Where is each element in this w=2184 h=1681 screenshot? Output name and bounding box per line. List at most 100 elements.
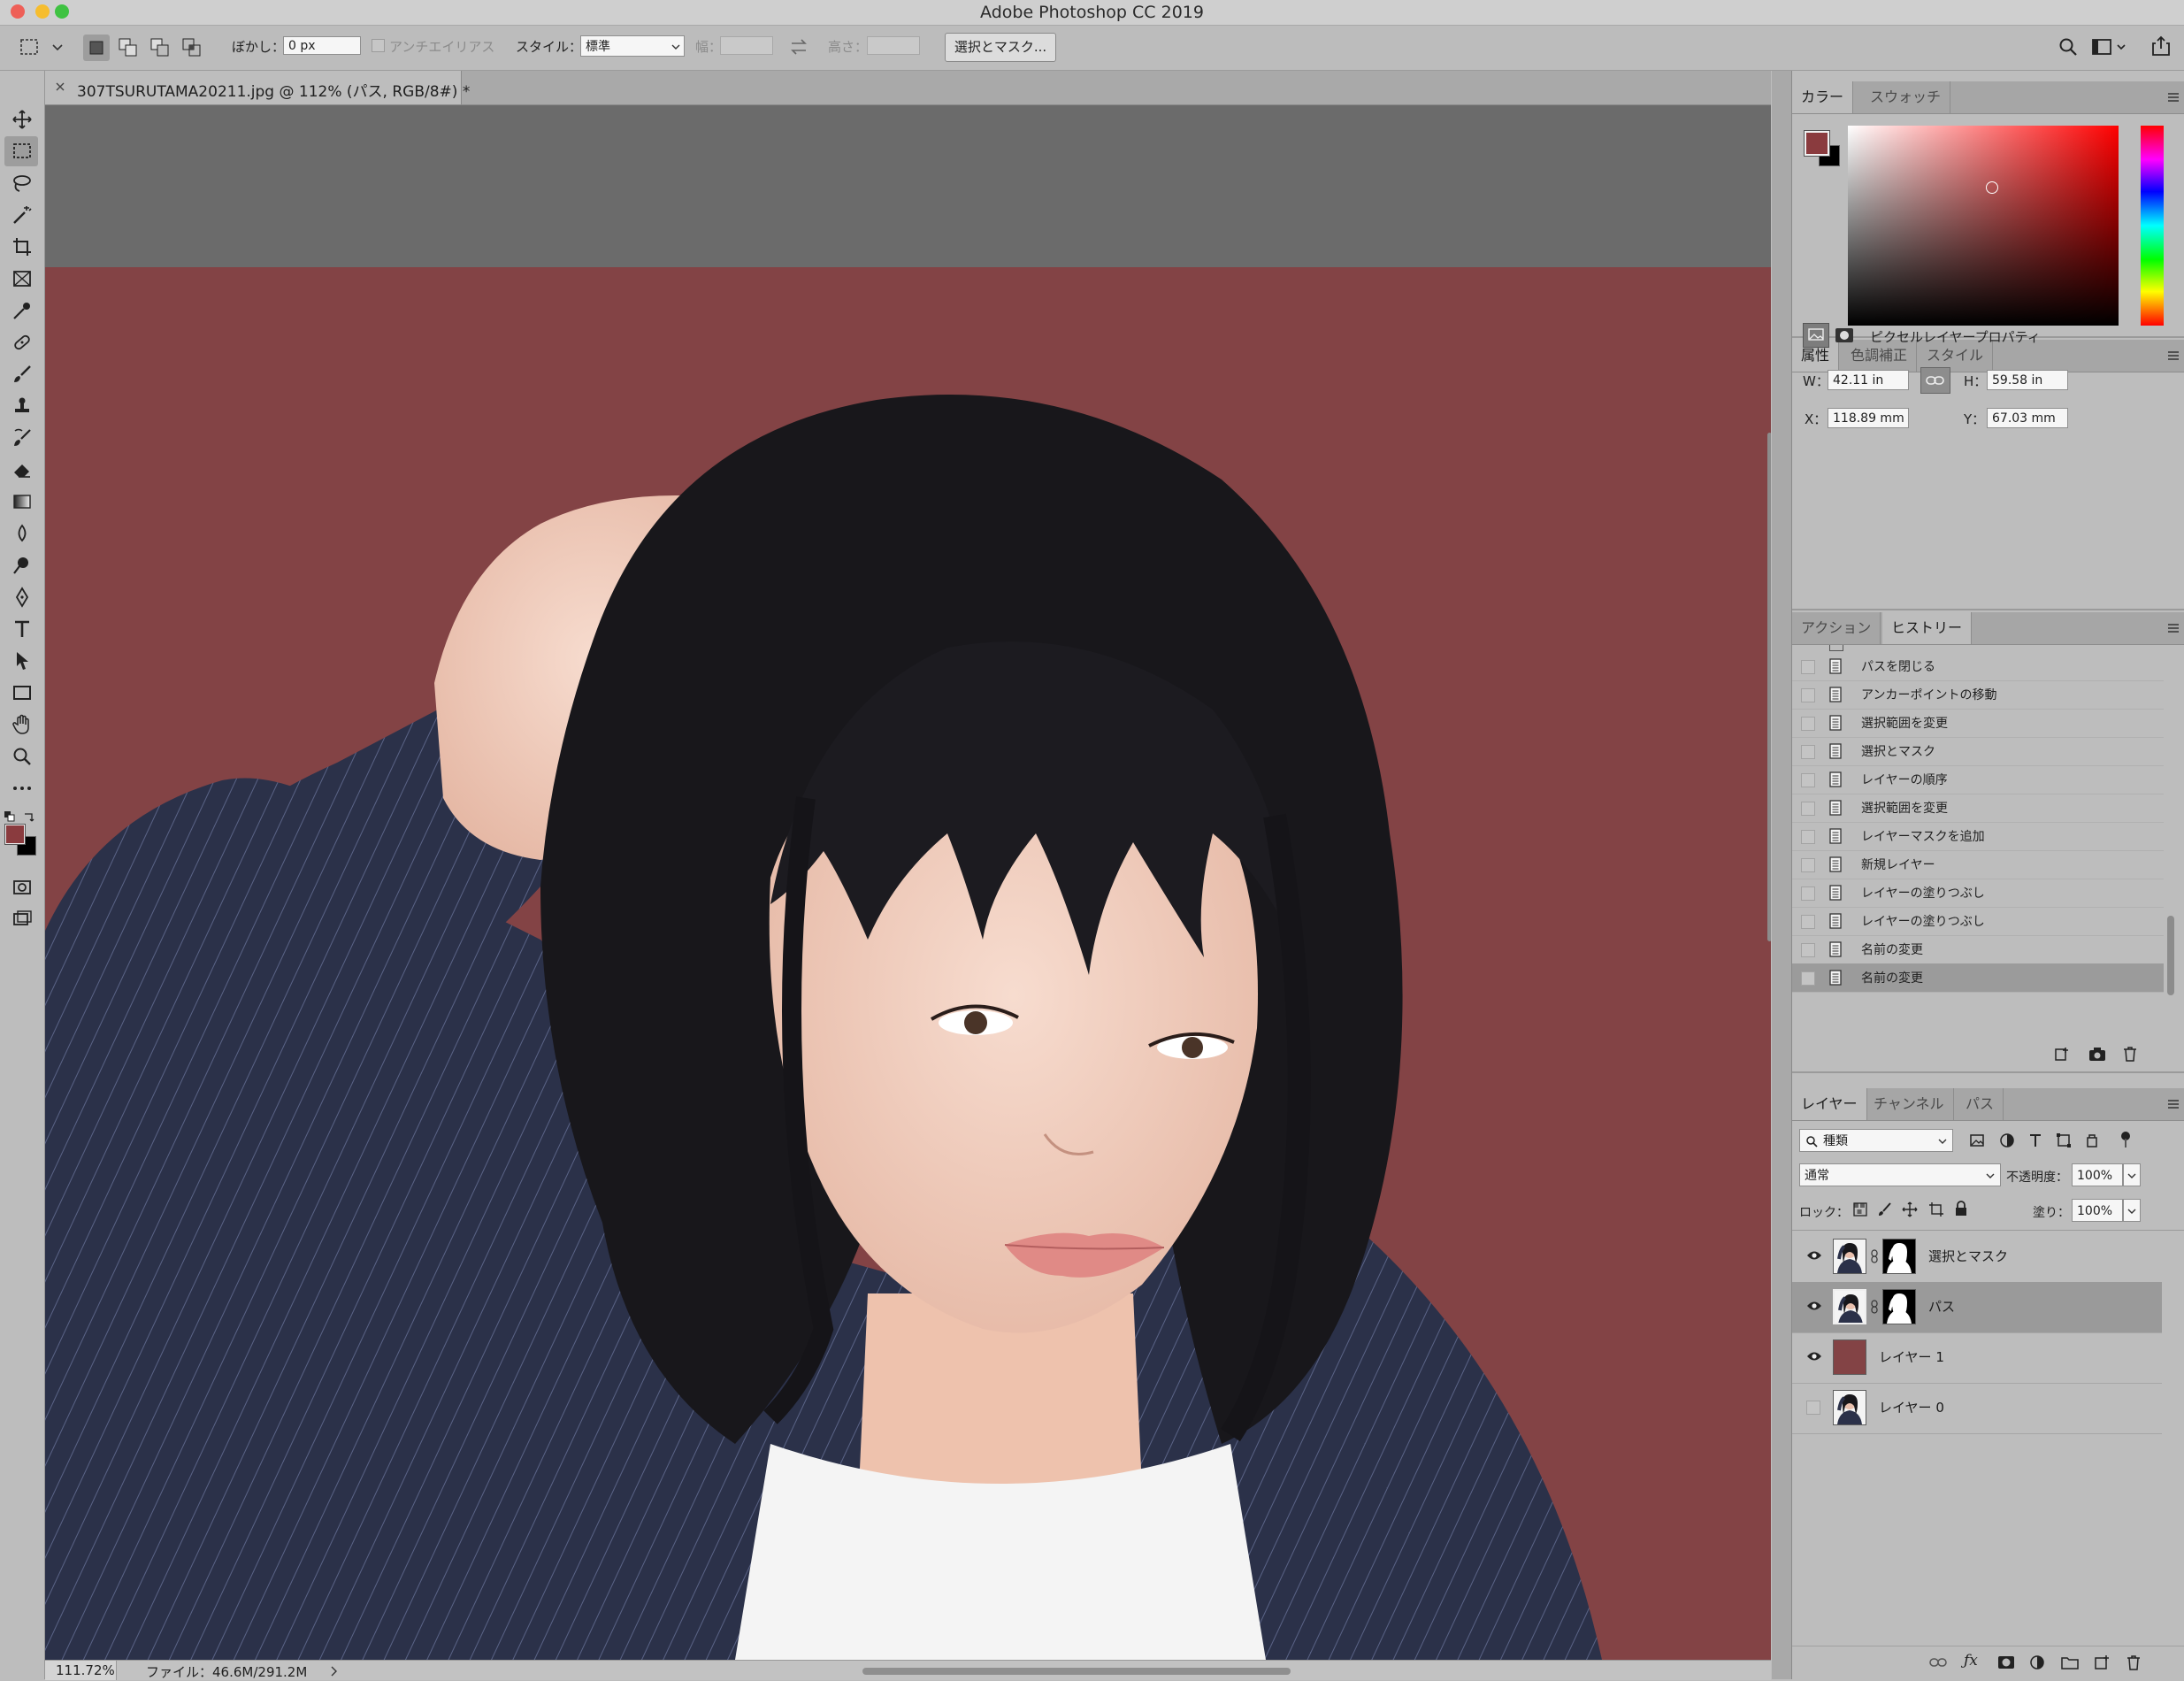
adjustment-layer-icon[interactable] — [2029, 1654, 2045, 1670]
eraser-tool[interactable] — [4, 455, 38, 485]
default-colors-icon[interactable] — [4, 810, 16, 823]
history-brush-tool[interactable] — [4, 423, 38, 453]
height-input[interactable] — [867, 36, 920, 55]
filter-toggle[interactable] — [2121, 1132, 2130, 1149]
crop-tool[interactable] — [4, 232, 38, 262]
history-snapshot-checkbox[interactable] — [1801, 802, 1815, 816]
blend-mode-select[interactable]: 通常 — [1799, 1163, 2001, 1186]
workspace-icon[interactable] — [2091, 36, 2128, 58]
lasso-tool[interactable] — [4, 168, 38, 198]
eye-icon[interactable] — [1806, 1300, 1822, 1312]
fill-input[interactable]: 100% — [2072, 1199, 2123, 1222]
history-item[interactable]: 選択とマスク — [1792, 737, 2164, 766]
layer-name[interactable]: 選択とマスク — [1928, 1247, 2008, 1265]
eyedropper-tool[interactable] — [4, 296, 38, 326]
history-item[interactable]: 名前の変更 — [1792, 963, 2164, 993]
tab-actions[interactable]: アクション — [1792, 612, 1881, 644]
layer-name[interactable]: レイヤー 0 — [1879, 1398, 1944, 1416]
tab-layers[interactable]: レイヤー — [1792, 1088, 1867, 1120]
add-to-selection-icon[interactable] — [115, 35, 142, 61]
history-snapshot-checkbox[interactable] — [1801, 830, 1815, 844]
y-field[interactable]: 67.03 mm — [1987, 408, 2068, 428]
history-item[interactable]: レイヤーマスクを追加 — [1792, 822, 2164, 851]
zoom-field[interactable]: 111.72% — [45, 1661, 117, 1680]
color-picker-field[interactable] — [1848, 126, 2119, 326]
magic-wand-tool[interactable] — [4, 200, 38, 230]
lock-transparent-pixels-icon[interactable] — [1852, 1201, 1868, 1217]
tab-paths[interactable]: パス — [1957, 1088, 2004, 1120]
layer-mask-thumbnail[interactable] — [1882, 1289, 1916, 1324]
eye-icon[interactable] — [1806, 1350, 1822, 1362]
dodge-tool[interactable] — [4, 550, 38, 580]
subtract-from-selection-icon[interactable] — [147, 35, 173, 61]
history-item[interactable]: 選択範囲を変更 — [1792, 794, 2164, 823]
mask-link-icon[interactable] — [1870, 1300, 1879, 1314]
share-icon[interactable] — [2150, 35, 2173, 58]
intersect-selection-icon[interactable] — [179, 35, 205, 61]
filter-adjustment-icon[interactable] — [1999, 1132, 2015, 1148]
panel-menu-icon[interactable] — [2167, 1099, 2180, 1109]
clone-stamp-tool[interactable] — [4, 391, 38, 421]
canvas-area[interactable] — [45, 105, 1771, 1660]
hand-tool[interactable] — [4, 710, 38, 740]
foreground-color-swatch[interactable] — [1804, 130, 1830, 157]
history-item[interactable]: 選択範囲を変更 — [1792, 709, 2164, 738]
history-snapshot-checkbox[interactable] — [1801, 745, 1815, 759]
style-select[interactable]: 標準 — [580, 35, 685, 57]
history-snapshot-checkbox[interactable] — [1801, 943, 1815, 957]
tab-color[interactable]: カラー — [1792, 81, 1854, 113]
panel-menu-icon[interactable] — [2167, 92, 2180, 103]
fill-dropdown[interactable] — [2123, 1199, 2141, 1222]
select-and-mask-button[interactable]: 選択とマスク... — [945, 33, 1056, 62]
mask-icon[interactable] — [1835, 327, 1854, 343]
frame-tool[interactable] — [4, 264, 38, 294]
snapshot-camera-icon[interactable] — [2088, 1045, 2107, 1063]
layer-row[interactable]: 選択とマスク — [1792, 1232, 2162, 1283]
lock-all-icon[interactable] — [1953, 1200, 1969, 1217]
antialias-checkbox[interactable] — [372, 39, 385, 52]
height-field[interactable]: 59.58 in — [1987, 370, 2068, 390]
opacity-dropdown[interactable] — [2123, 1163, 2141, 1186]
lock-artboard-icon[interactable] — [1928, 1201, 1944, 1217]
marquee-preset-icon[interactable] — [18, 36, 64, 59]
history-snapshot-checkbox[interactable] — [1801, 660, 1815, 674]
visibility-toggle[interactable] — [1806, 1401, 1820, 1415]
layer-name[interactable]: レイヤー 1 — [1879, 1347, 1944, 1366]
new-layer-icon[interactable] — [2093, 1654, 2111, 1670]
quick-mask-icon[interactable] — [4, 872, 38, 902]
panel-menu-icon[interactable] — [2167, 623, 2180, 633]
move-tool[interactable] — [4, 104, 38, 134]
layer-name[interactable]: パス — [1928, 1297, 1955, 1316]
new-document-from-state-icon[interactable] — [2053, 1045, 2073, 1063]
filter-type-icon[interactable] — [2027, 1132, 2043, 1148]
history-item[interactable]: パスを閉じる — [1792, 652, 2164, 681]
screen-mode-icon[interactable] — [4, 904, 38, 934]
layer-filter-select[interactable]: 種類 — [1799, 1129, 1953, 1152]
filter-pixel-icon[interactable] — [1969, 1132, 1985, 1148]
hue-slider[interactable] — [2141, 126, 2164, 326]
link-layers-icon[interactable] — [1928, 1655, 1948, 1669]
panel-menu-icon[interactable] — [2167, 350, 2180, 361]
new-selection-icon[interactable] — [83, 35, 110, 61]
history-snapshot-checkbox[interactable] — [1801, 858, 1815, 872]
search-icon[interactable] — [2058, 36, 2079, 58]
fx-icon[interactable]: ƒx — [1964, 1652, 1978, 1669]
lock-image-pixels-icon[interactable] — [1877, 1201, 1893, 1217]
swap-colors-icon[interactable] — [23, 810, 35, 823]
tab-swatches[interactable]: スウォッチ — [1861, 81, 1951, 113]
layer-row[interactable]: レイヤー 0 — [1792, 1383, 2162, 1434]
history-item[interactable]: 新規レイヤー — [1792, 850, 2164, 879]
rectangle-tool[interactable] — [4, 678, 38, 708]
layer-mask-thumbnail[interactable] — [1882, 1239, 1916, 1274]
color-picker-handle[interactable] — [1986, 181, 1998, 194]
type-tool[interactable] — [4, 614, 38, 644]
foreground-color-swatch[interactable] — [4, 824, 26, 845]
history-item[interactable]: 名前の変更 — [1792, 935, 2164, 964]
pen-tool[interactable] — [4, 582, 38, 612]
blur-tool[interactable] — [4, 518, 38, 549]
width-field[interactable]: 42.11 in — [1828, 370, 1909, 390]
close-tab-icon[interactable] — [54, 81, 66, 93]
history-snapshot-checkbox[interactable] — [1801, 971, 1815, 986]
new-group-icon[interactable] — [2061, 1654, 2079, 1670]
filter-smart-object-icon[interactable] — [2084, 1132, 2100, 1148]
